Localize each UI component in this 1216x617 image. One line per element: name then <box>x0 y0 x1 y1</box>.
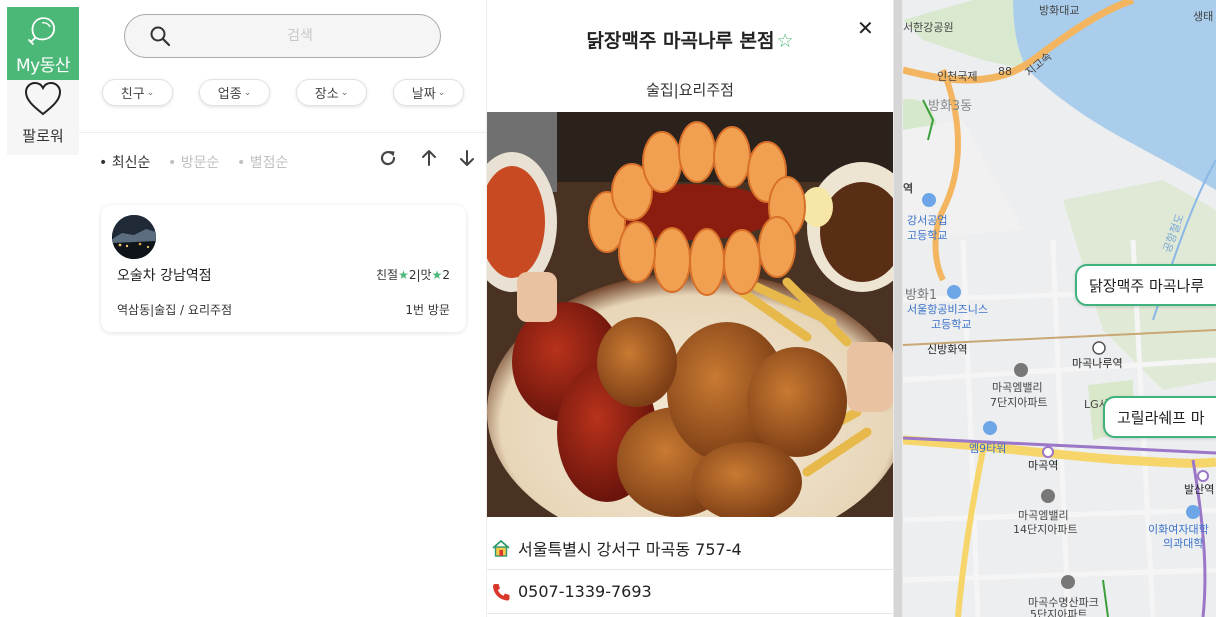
map-label: 의과대학 <box>1163 537 1204 550</box>
follower-label: 팔로워 <box>22 127 64 145</box>
map-label: 마곡나루역 <box>1072 357 1123 370</box>
map-label: 14단지아파트 <box>1013 523 1078 536</box>
map-label: 마곡역 <box>1028 459 1059 472</box>
search-input[interactable] <box>225 23 375 49</box>
scrollbar[interactable] <box>893 0 903 617</box>
address-row: 서울특별시 강서구 마곡동 757-4 <box>487 526 893 570</box>
filter-place-label: 장소 <box>314 87 339 102</box>
sort-bar: • 최신순 • 방문순 • 별점순 <box>79 140 487 180</box>
map-label: 방화대교 <box>1039 4 1080 17</box>
map-label: 발산역 <box>1184 483 1215 496</box>
place-list-panel: 친구⌄ 업종⌄ 장소⌄ 날짜⌄ • 최신순 • 방문순 • 별점순 <box>79 0 487 617</box>
map-marker-bubble[interactable]: 고릴라쉐프 마 <box>1103 396 1216 438</box>
place-photo <box>487 112 893 517</box>
rating-kind-value: 2 <box>408 268 417 282</box>
heart-icon <box>24 81 62 116</box>
chevron-down-icon: ⌄ <box>340 87 349 98</box>
follower-button[interactable]: 팔로워 <box>7 80 79 155</box>
map-label: 고등학교 <box>907 229 948 242</box>
chevron-down-icon: ⌄ <box>243 87 252 98</box>
chicken-icon <box>28 17 56 45</box>
close-icon[interactable]: ✕ <box>857 18 874 38</box>
map-view[interactable]: 방화대교 생태 서한강공원 인천국제 88 지고속 방화3동 역 강서공업 고등… <box>903 0 1216 617</box>
visit-count: 1번 방문 <box>405 303 450 317</box>
refresh-icon[interactable] <box>378 148 398 168</box>
filter-date[interactable]: 날짜 ⌄ <box>393 79 464 106</box>
rating-kind-label: 친절 <box>376 268 399 282</box>
map-label: 마곡엠밸리 <box>992 381 1043 394</box>
map-marker-bubble[interactable]: 닭장맥주 마곡나루 <box>1075 264 1216 306</box>
phone-icon <box>493 583 510 600</box>
detail-title-text: 닭장맥주 마곡나루 본점 <box>586 30 775 52</box>
filter-friend[interactable]: 친구 ⌄ <box>102 79 173 106</box>
arrow-down-icon[interactable] <box>457 148 477 168</box>
detail-category: 술집|요리주점 <box>646 81 734 99</box>
chevron-down-icon: ⌄ <box>437 87 446 98</box>
map-label: 신방화역 <box>927 343 968 356</box>
place-card[interactable]: 오술차 강남역점 친절★2|맛★2 역삼동|술집 / 요리주점 1번 방문 <box>101 205 466 332</box>
sort-rating[interactable]: • 별점순 <box>237 152 288 172</box>
place-detail-panel: 닭장맥주 마곡나루 본점 ☆ ✕ 술집|요리주점 서울특별시 강서구 마곡동 7… <box>487 0 893 617</box>
filter-bar: 친구 ⌄ 업종 ⌄ 장소 ⌄ 날짜 ⌄ <box>79 79 487 133</box>
filter-friend-label: 친구 <box>120 87 145 102</box>
search-icon[interactable] <box>149 25 171 47</box>
food-photo <box>487 112 893 517</box>
chevron-down-icon: ⌄ <box>146 87 155 98</box>
map-label: 엠9타워 <box>969 442 1007 455</box>
map-label: 방화3동 <box>928 99 973 114</box>
home-icon <box>492 539 510 557</box>
arrow-up-icon[interactable] <box>419 148 439 168</box>
map-label: 88 <box>998 65 1012 78</box>
my-area-button[interactable]: My동산 <box>7 7 79 80</box>
avatar <box>112 215 156 259</box>
filter-place[interactable]: 장소 ⌄ <box>296 79 367 106</box>
search-bar[interactable] <box>124 14 441 58</box>
map-label: 서한강공원 <box>903 21 954 34</box>
map-label: 강서공업 <box>907 214 948 227</box>
rating-taste-label: 맛 <box>420 268 432 282</box>
place-name: 오술차 강남역점 <box>117 268 212 284</box>
place-category: 역삼동|술집 / 요리주점 <box>117 303 233 317</box>
map-label: 7단지아파트 <box>990 396 1048 409</box>
avatar-image <box>112 215 156 259</box>
rating-taste-value: 2 <box>442 268 450 282</box>
detail-title: 닭장맥주 마곡나루 본점 ☆ <box>487 26 893 53</box>
star-icon: ★ <box>431 268 443 282</box>
sort-visits[interactable]: • 방문순 <box>168 152 219 172</box>
left-nav: My동산 팔로워 <box>0 0 79 617</box>
sort-rating-label: 별점순 <box>249 155 289 171</box>
map-label: 5단지아파트 <box>1030 608 1088 617</box>
filter-category-label: 업종 <box>217 87 242 102</box>
rating-summary: 친절★2|맛★2 <box>376 268 450 282</box>
map-label: 생태 <box>1193 10 1214 23</box>
filter-date-label: 날짜 <box>411 87 436 102</box>
sort-latest[interactable]: • 최신순 <box>99 152 150 172</box>
star-outline-icon[interactable]: ☆ <box>776 30 793 52</box>
sort-latest-label: 최신순 <box>111 155 151 171</box>
map-marker-label: 고릴라쉐프 마 <box>1117 408 1205 427</box>
map-label: 역 <box>903 182 914 195</box>
map-label: 고등학교 <box>931 318 972 331</box>
star-icon: ★ <box>398 268 409 282</box>
phone-text: 0507-1339-7693 <box>518 582 652 601</box>
phone-row[interactable]: 0507-1339-7693 <box>487 570 893 614</box>
map-label: 서울항공비즈니스 <box>907 303 988 316</box>
sort-visits-label: 방문순 <box>180 155 220 171</box>
app-root: My동산 팔로워 친구⌄ 업종⌄ 장소⌄ <box>0 0 1216 617</box>
my-area-label: My동산 <box>15 56 71 76</box>
map-label: 인천국제 <box>937 70 978 83</box>
map-marker-label: 닭장맥주 마곡나루 <box>1089 276 1205 295</box>
scrollbar-thumb[interactable] <box>894 0 902 617</box>
filter-category[interactable]: 업종 ⌄ <box>199 79 270 106</box>
address-text: 서울특별시 강서구 마곡동 757-4 <box>518 539 742 559</box>
